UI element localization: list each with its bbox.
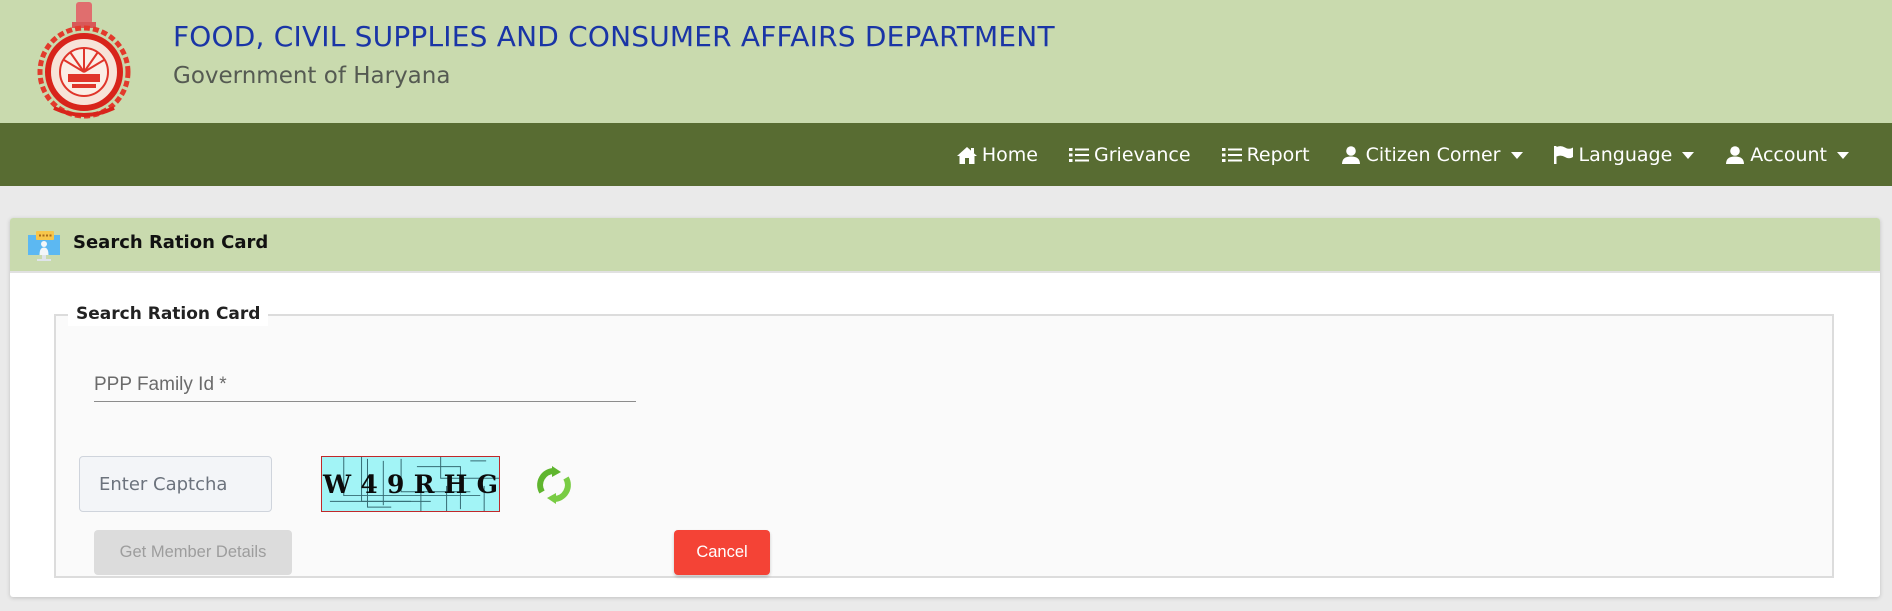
- list-icon: [1069, 147, 1089, 162]
- captcha-char: R: [413, 470, 435, 499]
- nav-label-language: Language: [1578, 143, 1673, 166]
- captcha-input[interactable]: [79, 456, 272, 512]
- refresh-captcha-icon[interactable]: [535, 466, 573, 504]
- search-ration-card-panel: Search Ration Card Search Ration Card PP…: [10, 218, 1880, 597]
- ppp-family-id-label: PPP Family Id *: [94, 374, 227, 395]
- nav-label-grievance: Grievance: [1094, 143, 1191, 166]
- captcha-image: W 4 9 R H G: [321, 456, 500, 512]
- captcha-char: 9: [387, 470, 405, 499]
- main-navbar: Home Grievance Report Citizen Corner Lan…: [0, 123, 1892, 186]
- monitor-user-icon: [28, 231, 60, 261]
- nav-label-report: Report: [1246, 143, 1310, 166]
- captcha-char: G: [476, 470, 498, 499]
- caret-down-icon: [1837, 152, 1849, 159]
- flag-icon: [1553, 145, 1573, 164]
- card-header: Search Ration Card: [10, 218, 1880, 273]
- captcha-char: 4: [360, 470, 378, 499]
- nav-item-account[interactable]: Account: [1724, 144, 1849, 166]
- government-subtitle: Government of Haryana: [173, 63, 451, 89]
- user-icon: [1341, 145, 1360, 164]
- nav-item-home[interactable]: Home: [956, 144, 1038, 166]
- haryana-emblem-icon: [37, 2, 131, 119]
- captcha-char: W: [323, 470, 352, 499]
- nav-label-citizen-corner: Citizen Corner: [1365, 143, 1501, 166]
- nav-item-grievance[interactable]: Grievance: [1068, 144, 1191, 166]
- list-icon: [1221, 147, 1242, 162]
- captcha-text: W 4 9 R H G: [322, 470, 499, 499]
- nav-item-report[interactable]: Report: [1221, 144, 1310, 166]
- nav-item-citizen-corner[interactable]: Citizen Corner: [1340, 144, 1523, 166]
- nav-label-home: Home: [981, 143, 1038, 166]
- caret-down-icon: [1510, 152, 1523, 159]
- cancel-button[interactable]: Cancel: [674, 530, 770, 575]
- fieldset-legend: Search Ration Card: [68, 302, 269, 326]
- nav-item-language[interactable]: Language: [1553, 144, 1695, 166]
- caret-down-icon: [1682, 152, 1695, 159]
- home-icon: [956, 146, 977, 164]
- user-icon: [1726, 145, 1745, 164]
- nav-list: Home Grievance Report Citizen Corner Lan…: [926, 123, 1849, 186]
- department-title: FOOD, CIVIL SUPPLIES AND CONSUMER AFFAIR…: [173, 20, 1055, 53]
- get-member-details-button[interactable]: Get Member Details: [94, 530, 292, 575]
- card-title: Search Ration Card: [73, 232, 269, 253]
- site-header: FOOD, CIVIL SUPPLIES AND CONSUMER AFFAIR…: [0, 0, 1892, 123]
- ppp-family-id-input[interactable]: PPP Family Id *: [94, 366, 636, 402]
- captcha-char: H: [443, 470, 468, 499]
- nav-label-account: Account: [1750, 143, 1827, 166]
- search-fieldset: Search Ration Card PPP Family Id * Enter…: [54, 302, 1834, 578]
